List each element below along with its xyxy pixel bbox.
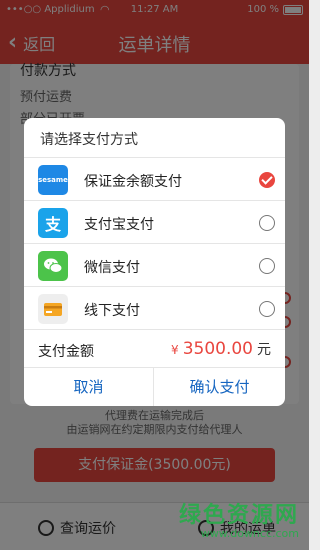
amount-number: 3500.00 [182,339,253,359]
radio-unchecked[interactable] [259,215,275,231]
amount-unit: 元 [257,342,271,358]
currency-symbol: ¥ [171,343,179,357]
payment-option-label: 保证金余额支付 [84,174,182,190]
payment-option-label: 线下支付 [84,303,140,319]
radio-unchecked[interactable] [259,301,275,317]
amount-row: 支付金额 ¥ 3500.00 元 [24,330,285,368]
payment-option-wechat[interactable]: 微信支付 [24,244,285,287]
watermark-text: 绿色资源网 [178,503,299,528]
cancel-button[interactable]: 取消 [24,368,154,406]
payment-option-deposit[interactable]: sesame 保证金余额支付 [24,158,285,201]
radio-unchecked[interactable] [259,258,275,274]
watermark: 绿色资源网 www.downcc.com [179,497,299,540]
amount-label: 支付金额 [38,344,94,360]
sesame-deposit-icon: sesame [38,165,68,195]
wechat-icon [38,251,68,281]
alipay-icon: 支 [38,208,68,238]
payment-method-dialog: 请选择支付方式 sesame 保证金余额支付 支 支付宝支付 微信支付 线下支付… [24,118,285,406]
payment-option-label: 支付宝支付 [84,217,154,233]
confirm-payment-button[interactable]: 确认支付 [154,368,285,406]
card-icon [38,294,68,324]
radio-checked[interactable] [259,172,275,188]
payment-option-offline[interactable]: 线下支付 [24,287,285,330]
amount-value: ¥ 3500.00 元 [171,339,271,359]
dialog-title: 请选择支付方式 [24,118,285,158]
dialog-actions: 取消 确认支付 [24,368,285,406]
payment-option-label: 微信支付 [84,260,140,276]
payment-option-alipay[interactable]: 支 支付宝支付 [24,201,285,244]
